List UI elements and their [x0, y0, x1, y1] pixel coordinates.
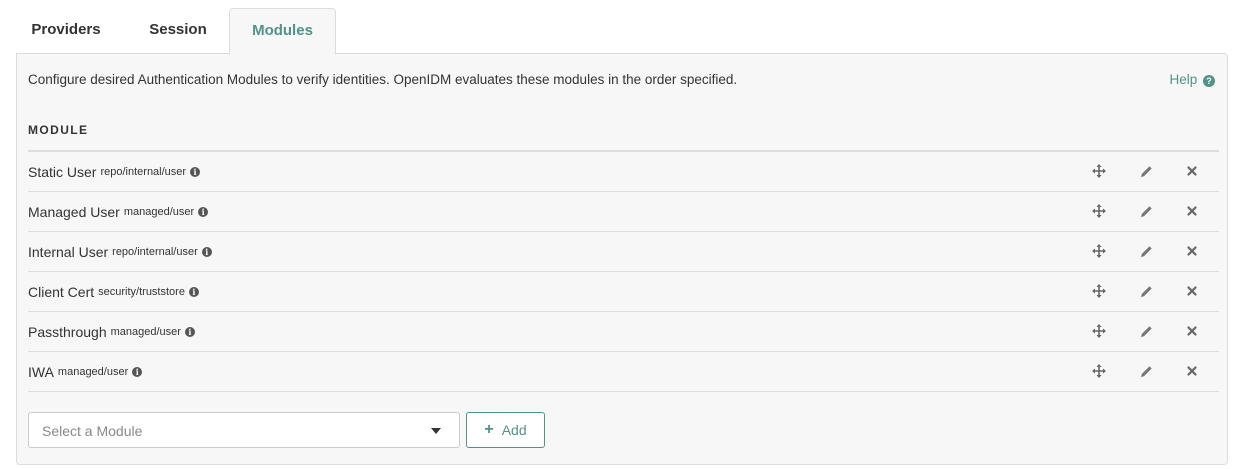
module-select-placeholder: Select a Module	[42, 423, 143, 439]
info-circle-icon[interactable]: i	[188, 286, 199, 297]
close-icon[interactable]	[1183, 362, 1201, 380]
module-path: repo/internal/user	[100, 165, 187, 178]
caret-down-icon[interactable]	[431, 428, 441, 434]
row-actions	[1079, 312, 1219, 352]
help-label[interactable]: Help	[1169, 72, 1197, 87]
pencil-icon[interactable]	[1137, 202, 1155, 220]
tab-session[interactable]: Session	[130, 8, 226, 54]
modules-panel: Configure desired Authentication Modules…	[16, 53, 1228, 465]
tab-providers[interactable]: Providers	[16, 8, 116, 54]
module-name: IWA	[28, 363, 54, 380]
module-row: Managed User managed/user i	[28, 192, 1219, 232]
module-name: Internal User	[28, 243, 109, 260]
row-actions	[1079, 192, 1219, 232]
module-list: Static User repo/internal/user i Managed…	[28, 150, 1219, 392]
row-actions	[1079, 272, 1219, 312]
add-module-button[interactable]: + Add	[466, 412, 545, 448]
module-name: Passthrough	[28, 323, 107, 340]
move-arrows-icon[interactable]	[1090, 282, 1108, 300]
tab-bar: Providers Session Modules	[0, 0, 1244, 55]
row-actions	[1079, 232, 1219, 272]
row-actions	[1079, 352, 1219, 392]
module-row: Internal User repo/internal/user i	[28, 232, 1219, 272]
question-circle-icon[interactable]: ?	[1203, 75, 1215, 87]
module-name: Managed User	[28, 203, 120, 220]
tab-modules[interactable]: Modules	[229, 8, 336, 55]
module-row: Client Cert security/truststore i	[28, 272, 1219, 312]
pencil-icon[interactable]	[1137, 242, 1155, 260]
info-circle-icon[interactable]: i	[201, 246, 212, 257]
module-path: managed/user	[123, 205, 195, 218]
row-actions	[1079, 152, 1219, 192]
help-link[interactable]: Help ?	[1169, 72, 1215, 87]
module-row: Static User repo/internal/user i	[28, 152, 1219, 192]
info-circle-icon[interactable]: i	[190, 166, 201, 177]
module-path: security/truststore	[98, 285, 185, 298]
pencil-icon[interactable]	[1137, 362, 1155, 380]
move-arrows-icon[interactable]	[1090, 362, 1108, 380]
module-name: Static User	[28, 163, 97, 180]
plus-icon: +	[484, 421, 494, 438]
move-arrows-icon[interactable]	[1090, 202, 1108, 220]
close-icon[interactable]	[1183, 242, 1201, 260]
pencil-icon[interactable]	[1137, 162, 1155, 180]
module-row: IWA managed/user i	[28, 352, 1219, 392]
module-column-header: MODULE	[28, 123, 89, 137]
move-arrows-icon[interactable]	[1090, 242, 1108, 260]
pencil-icon[interactable]	[1137, 322, 1155, 340]
panel-description: Configure desired Authentication Modules…	[28, 72, 738, 87]
info-circle-icon[interactable]: i	[184, 326, 195, 337]
module-name: Client Cert	[28, 283, 95, 300]
close-icon[interactable]	[1183, 282, 1201, 300]
pencil-icon[interactable]	[1137, 282, 1155, 300]
module-path: managed/user	[57, 365, 129, 378]
move-arrows-icon[interactable]	[1090, 322, 1108, 340]
module-path: managed/user	[110, 325, 181, 338]
close-icon[interactable]	[1183, 202, 1201, 220]
module-select[interactable]: Select a Module	[28, 412, 460, 448]
info-circle-icon[interactable]: i	[198, 206, 209, 217]
module-path: repo/internal/user	[112, 245, 198, 258]
move-arrows-icon[interactable]	[1090, 162, 1108, 180]
close-icon[interactable]	[1183, 162, 1201, 180]
add-button-label: Add	[501, 422, 527, 438]
module-row: Passthrough managed/user i	[28, 312, 1219, 352]
close-icon[interactable]	[1183, 322, 1201, 340]
info-circle-icon[interactable]: i	[132, 366, 143, 377]
